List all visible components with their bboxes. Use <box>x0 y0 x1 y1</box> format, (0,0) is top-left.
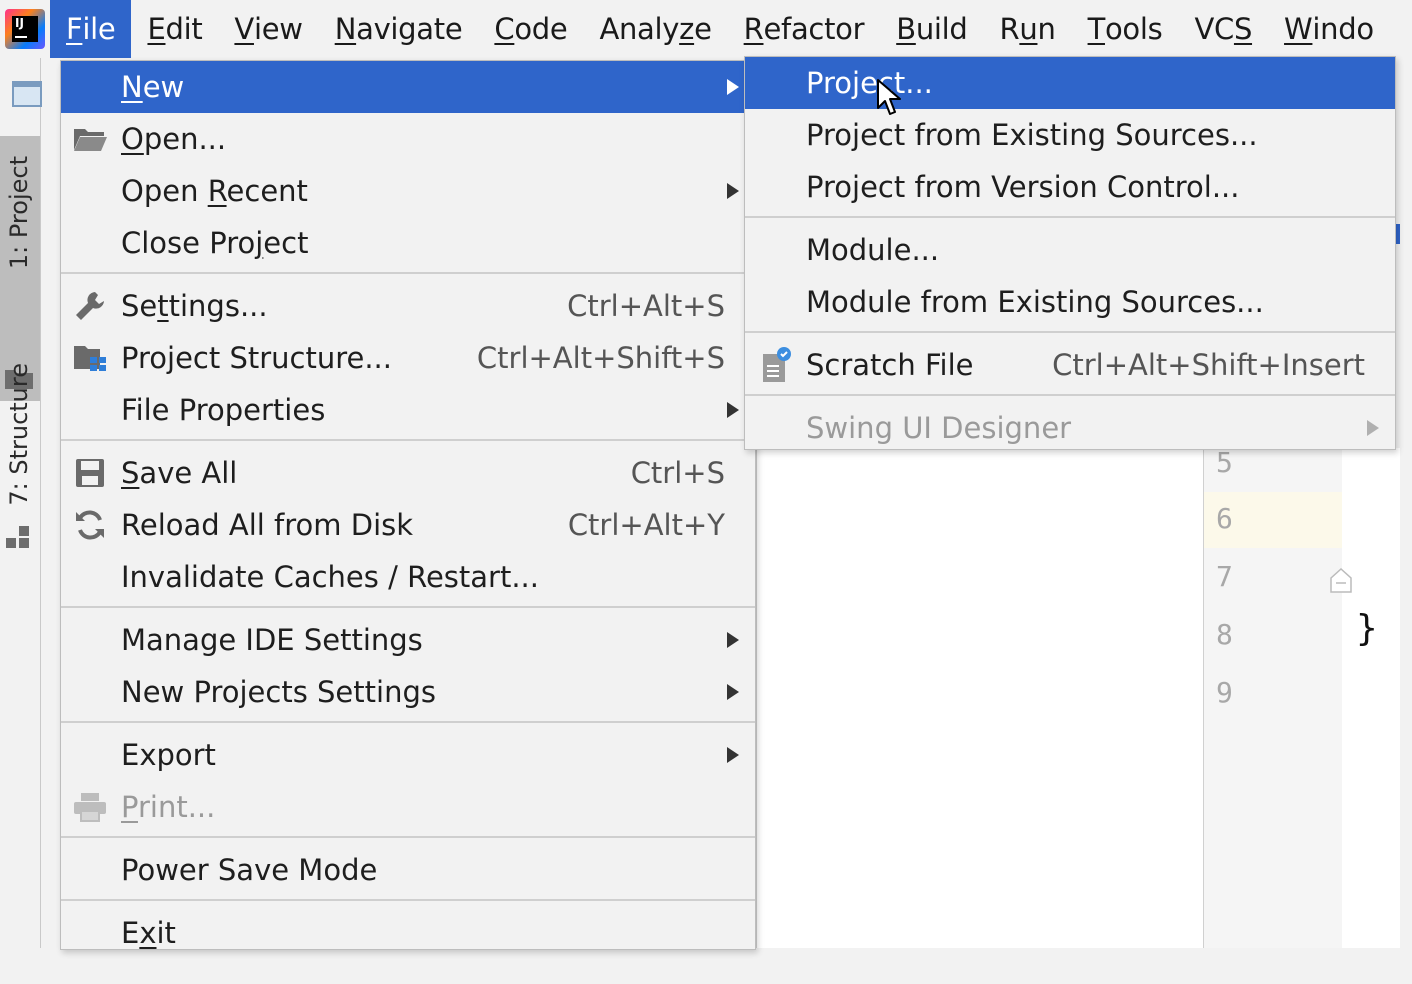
menu-tools[interactable]: Tools <box>1072 0 1179 58</box>
project-tab-label: 1: Project <box>5 156 33 270</box>
submenu-item-module[interactable]: Module... <box>745 224 1395 276</box>
menu-separator <box>61 836 755 844</box>
menu-separator <box>61 439 755 447</box>
menu-item-new-projects-settings[interactable]: New Projects Settings <box>61 666 755 718</box>
menu-view[interactable]: View <box>218 0 318 58</box>
right-edge-strip <box>1400 58 1412 948</box>
submenu-item-project-from-version-control[interactable]: Project from Version Control... <box>745 161 1395 213</box>
shortcut-label: Ctrl+Alt+Shift+Insert <box>1052 348 1365 382</box>
shortcut-label: Ctrl+Alt+S <box>567 289 725 323</box>
tool-window-icon[interactable] <box>12 80 42 108</box>
submenu-arrow-icon <box>727 79 739 95</box>
menu-separator <box>61 272 755 280</box>
menu-build[interactable]: Build <box>880 0 983 58</box>
submenu-item-scratch-file[interactable]: Scratch File Ctrl+Alt+Shift+Insert <box>745 339 1395 391</box>
project-tool-tab[interactable]: 1: Project <box>0 136 40 401</box>
menu-separator <box>61 606 755 614</box>
reload-icon <box>71 508 109 542</box>
menu-item-invalidate-caches[interactable]: Invalidate Caches / Restart... <box>61 551 755 603</box>
structure-icon <box>6 526 29 548</box>
save-icon <box>71 456 109 490</box>
menu-item-power-save-mode[interactable]: Power Save Mode <box>61 844 755 896</box>
menu-refactor[interactable]: Refactor <box>728 0 881 58</box>
menu-separator <box>745 394 1395 402</box>
menu-analyze[interactable]: Analy z e <box>583 0 727 58</box>
submenu-item-project[interactable]: Project... <box>745 57 1395 109</box>
menu-item-file-properties[interactable]: File Properties <box>61 384 755 436</box>
menu-code[interactable]: Code <box>478 0 583 58</box>
submenu-arrow-icon <box>727 402 739 418</box>
submenu-item-project-from-existing-sources[interactable]: Project from Existing Sources... <box>745 109 1395 161</box>
shortcut-label: Ctrl+Alt+Y <box>567 508 725 542</box>
line-number: 7 <box>1216 560 1233 593</box>
menu-item-export[interactable]: Export <box>61 729 755 781</box>
shortcut-label: Ctrl+Alt+Shift+S <box>476 341 725 375</box>
menu-item-save-all[interactable]: Save All Ctrl+S <box>61 447 755 499</box>
menu-window[interactable]: Windo <box>1268 0 1390 58</box>
submenu-arrow-icon <box>1367 420 1379 436</box>
menu-item-close-project[interactable]: Close Project <box>61 217 755 269</box>
menu-separator <box>61 899 755 907</box>
scratch-file-icon <box>757 347 795 382</box>
submenu-arrow-icon <box>727 183 739 199</box>
menu-item-exit[interactable]: Exit <box>61 907 755 959</box>
file-menu-popup: New Open... Open Recent Close Project Se… <box>60 60 756 950</box>
menu-item-settings[interactable]: Settings... Ctrl+Alt+S <box>61 280 755 332</box>
menu-separator <box>61 721 755 729</box>
folder-open-icon <box>71 122 109 156</box>
new-submenu-popup: Project... Project from Existing Sources… <box>744 56 1396 450</box>
menu-item-reload-all[interactable]: Reload All from Disk Ctrl+Alt+Y <box>61 499 755 551</box>
submenu-item-module-from-existing-sources[interactable]: Module from Existing Sources... <box>745 276 1395 328</box>
project-tree-panel <box>756 448 1203 948</box>
line-number: 8 <box>1216 618 1233 651</box>
line-number: 6 <box>1216 502 1233 535</box>
editor-code-area[interactable] <box>1342 448 1400 948</box>
structure-tool-tab[interactable]: 7: Structure <box>5 363 33 506</box>
project-structure-icon <box>71 341 109 375</box>
line-number: 9 <box>1216 676 1233 709</box>
menu-item-manage-ide-settings[interactable]: Manage IDE Settings <box>61 614 755 666</box>
submenu-arrow-icon <box>727 632 739 648</box>
submenu-arrow-icon <box>727 747 739 763</box>
menu-navigate[interactable]: Navigate <box>319 0 479 58</box>
code-closing-brace: } <box>1356 608 1378 649</box>
menu-item-new[interactable]: New <box>61 61 755 113</box>
menu-item-open[interactable]: Open... <box>61 113 755 165</box>
intellij-idea-logo-icon: IJ <box>0 0 50 58</box>
menu-run[interactable]: Run <box>984 0 1072 58</box>
left-tool-strip: 1: Project 7: Structure <box>0 58 42 948</box>
printer-icon <box>71 790 109 824</box>
menu-file[interactable]: File <box>50 0 132 58</box>
shortcut-label: Ctrl+S <box>630 456 725 490</box>
menu-separator <box>745 331 1395 339</box>
menu-item-open-recent[interactable]: Open Recent <box>61 165 755 217</box>
menu-edit[interactable]: Edit <box>131 0 218 58</box>
fold-marker-icon[interactable] <box>1328 566 1354 594</box>
menu-item-print[interactable]: Print... <box>61 781 755 833</box>
menu-separator <box>745 216 1395 224</box>
wrench-icon <box>71 289 109 323</box>
menu-item-project-structure[interactable]: Project Structure... Ctrl+Alt+Shift+S <box>61 332 755 384</box>
menu-vcs[interactable]: VC S <box>1178 0 1268 58</box>
main-menu-bar: IJ File Edit View Navigate Code Analy z e … <box>0 0 1412 58</box>
mouse-pointer-icon <box>877 79 901 115</box>
submenu-item-swing-ui-designer[interactable]: Swing UI Designer <box>745 402 1395 454</box>
submenu-arrow-icon <box>727 684 739 700</box>
